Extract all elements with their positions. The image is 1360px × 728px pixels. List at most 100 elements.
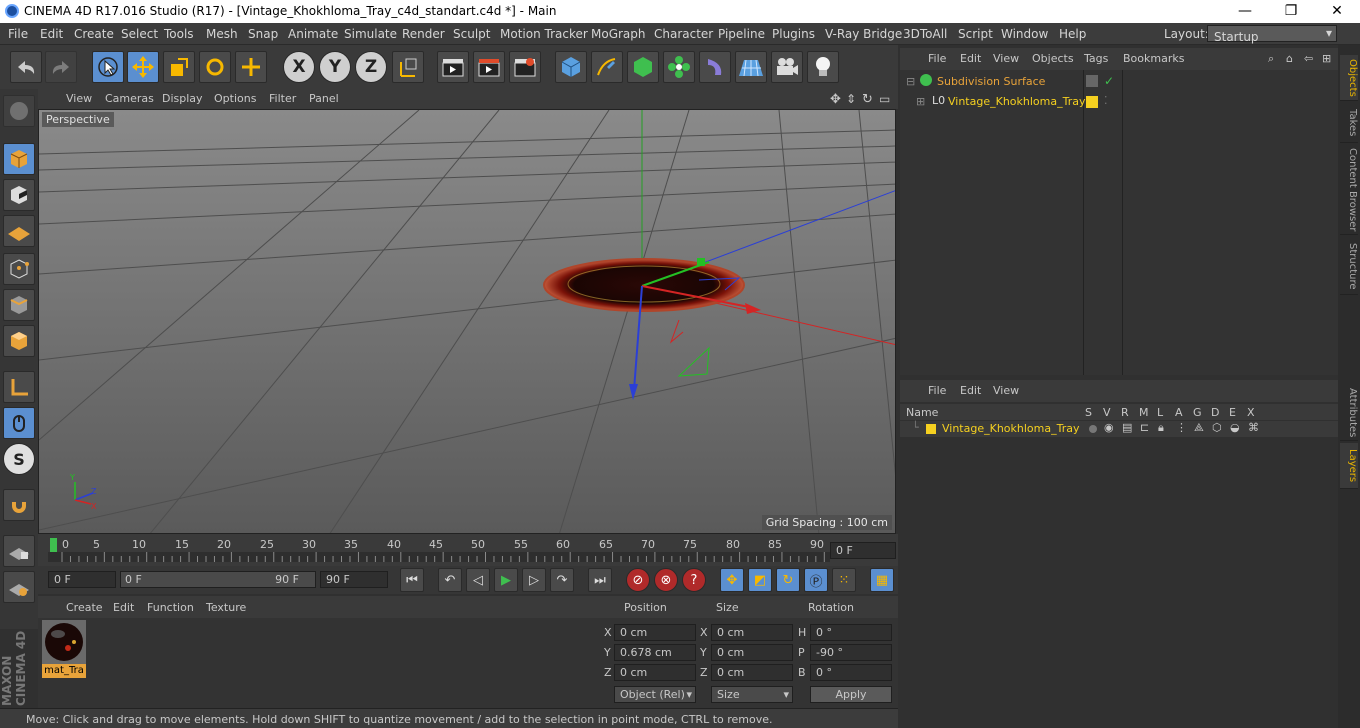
menu-mesh[interactable]: Mesh [206, 27, 238, 41]
position-y-field[interactable]: 0.678 cm [614, 644, 696, 661]
add-generator-button[interactable] [627, 51, 659, 83]
rotation-h-field[interactable]: 0 ° [810, 624, 892, 641]
polygons-mode-button[interactable] [3, 325, 35, 357]
viewport-dolly-icon[interactable]: ⇕ [846, 92, 856, 106]
size-y-field[interactable]: 0 cm [711, 644, 793, 661]
render-view-button[interactable] [437, 51, 469, 83]
z-axis-lock-button[interactable]: Z [355, 51, 387, 83]
solo-dot-icon[interactable] [1089, 425, 1097, 433]
menu-file[interactable]: File [8, 27, 28, 41]
record-pla-button[interactable]: ⁙ [832, 568, 856, 592]
solo-button[interactable]: S [3, 443, 35, 475]
y-axis-lock-button[interactable]: Y [319, 51, 351, 83]
axis-mode-button[interactable] [3, 371, 35, 403]
add-mograph-button[interactable] [663, 51, 695, 83]
tab-structure[interactable]: Structure [1340, 239, 1358, 295]
object-row-tray[interactable]: ⊞ L0 Vintage_Khokhloma_Tray ⁚ [904, 94, 1324, 112]
menu-pipeline[interactable]: Pipeline [718, 27, 765, 41]
tab-takes[interactable]: Takes [1340, 103, 1358, 143]
coordinate-mode-dropdown[interactable]: Object (Rel) ▾ [614, 686, 696, 703]
eye-icon[interactable]: ◉ [1104, 421, 1114, 434]
current-frame-field[interactable]: 0 F [830, 542, 896, 559]
menu-tools[interactable]: Tools [164, 27, 194, 41]
add-deformer-button[interactable] [699, 51, 731, 83]
render-film-icon[interactable]: ▤ [1122, 421, 1132, 434]
expand-icon[interactable]: ⊞ [916, 95, 925, 108]
menu-motion-tracker[interactable]: Motion Tracker [500, 27, 588, 41]
layer-row[interactable]: └ Vintage_Khokhloma_Tray ◉ ▤ ⊏ 🔒︎ ⋮ ⟁ ⬡ … [900, 421, 1338, 437]
menu-window[interactable]: Window [1001, 27, 1048, 41]
menu-plugins[interactable]: Plugins [772, 27, 815, 41]
next-frame-button[interactable]: ▷ [522, 568, 546, 592]
xref-icon[interactable]: ⌘ [1248, 421, 1259, 434]
viewport-menu-filter[interactable]: Filter [269, 92, 296, 105]
record-active-objects-button[interactable]: ⊘ [626, 568, 650, 592]
objects-menu-objects[interactable]: Objects [1032, 52, 1074, 65]
keyframe-selection-button[interactable]: ? [682, 568, 706, 592]
add-camera-button[interactable] [771, 51, 803, 83]
autokeying-button[interactable]: ⊗ [654, 568, 678, 592]
layer-color-swatch[interactable] [926, 424, 936, 434]
menu-animate[interactable]: Animate [288, 27, 338, 41]
frame-range-slider[interactable]: 0 F 90 F [120, 571, 316, 588]
menu-3dtoall[interactable]: 3DToAll [903, 27, 947, 41]
material-menu-function[interactable]: Function [147, 601, 194, 614]
previous-frame-button[interactable]: ◁ [466, 568, 490, 592]
play-button[interactable]: ▶ [494, 568, 518, 592]
enabled-check-icon[interactable]: ✓ [1104, 74, 1114, 88]
add-light-button[interactable] [807, 51, 839, 83]
manager-icon[interactable]: ⊏ [1140, 421, 1149, 434]
tab-attributes[interactable]: Attributes [1340, 385, 1358, 441]
rotation-b-field[interactable]: 0 ° [810, 664, 892, 681]
menu-edit[interactable]: Edit [40, 27, 63, 41]
layers-menu-edit[interactable]: Edit [960, 384, 981, 397]
record-scale-button[interactable]: ◩ [748, 568, 772, 592]
add-spline-button[interactable] [591, 51, 623, 83]
menu-script[interactable]: Script [958, 27, 993, 41]
timeline-ruler[interactable]: 0 5 10 15 20 25 30 35 40 45 50 55 60 65 … [38, 534, 898, 566]
visibility-dots-icon[interactable]: ⁚ [1104, 94, 1108, 107]
model-mode-button[interactable] [3, 143, 35, 175]
menu-render[interactable]: Render [402, 27, 445, 41]
menu-simulate[interactable]: Simulate [344, 27, 397, 41]
locked-workplane-button[interactable] [3, 535, 35, 567]
tab-objects[interactable]: Objects [1340, 55, 1358, 101]
object-row-subdivision[interactable]: ⊟ Subdivision Surface ✓ [904, 74, 1324, 92]
viewport-move-icon[interactable]: ✥ [830, 92, 841, 107]
material-menu-create[interactable]: Create [66, 601, 103, 614]
workplane-mode-button[interactable] [3, 215, 35, 247]
objects-menu-bookmarks[interactable]: Bookmarks [1123, 52, 1184, 65]
viewport-menu-display[interactable]: Display [162, 92, 203, 105]
texture-mode-button[interactable] [3, 179, 35, 211]
menu-help[interactable]: Help [1059, 27, 1086, 41]
expression-icon[interactable]: ◒ [1230, 421, 1240, 434]
redo-button[interactable] [45, 51, 77, 83]
material-menu-texture[interactable]: Texture [206, 601, 246, 614]
start-frame-field[interactable]: 0 F [48, 571, 116, 588]
viewport-maximize-icon[interactable]: ▭ [879, 92, 890, 106]
viewport-menu-cameras[interactable]: Cameras [105, 92, 154, 105]
deformer-icon[interactable]: ⬡ [1212, 421, 1222, 434]
apply-button[interactable]: Apply [810, 686, 892, 703]
size-mode-dropdown[interactable]: Size ▾ [711, 686, 793, 703]
close-button[interactable]: ✕ [1314, 0, 1360, 23]
new-window-icon[interactable]: ⊞ [1322, 52, 1331, 65]
layers-menu-view[interactable]: View [993, 384, 1019, 397]
layout-dropdown[interactable]: Startup ▾ [1207, 25, 1337, 44]
generator-icon[interactable]: ⟁ [1194, 421, 1204, 435]
lock-icon[interactable]: 🔒︎ [1158, 421, 1164, 435]
record-rotation-button[interactable]: ↻ [776, 568, 800, 592]
menu-create[interactable]: Create [74, 27, 114, 41]
rotate-tool-button[interactable] [199, 51, 231, 83]
viewport-rotate-icon[interactable]: ↻ [862, 92, 873, 107]
objects-menu-view[interactable]: View [993, 52, 1019, 65]
back-icon[interactable]: ⇦ [1304, 52, 1313, 65]
viewport-menu-view[interactable]: View [66, 92, 92, 105]
collapse-icon[interactable]: ⊟ [906, 75, 915, 88]
end-frame-field[interactable]: 90 F [320, 571, 388, 588]
undo-button[interactable] [10, 51, 42, 83]
rotation-p-field[interactable]: -90 ° [810, 644, 892, 661]
objects-menu-edit[interactable]: Edit [960, 52, 981, 65]
previous-key-button[interactable]: ↶ [438, 568, 462, 592]
minimize-button[interactable]: — [1222, 0, 1268, 23]
